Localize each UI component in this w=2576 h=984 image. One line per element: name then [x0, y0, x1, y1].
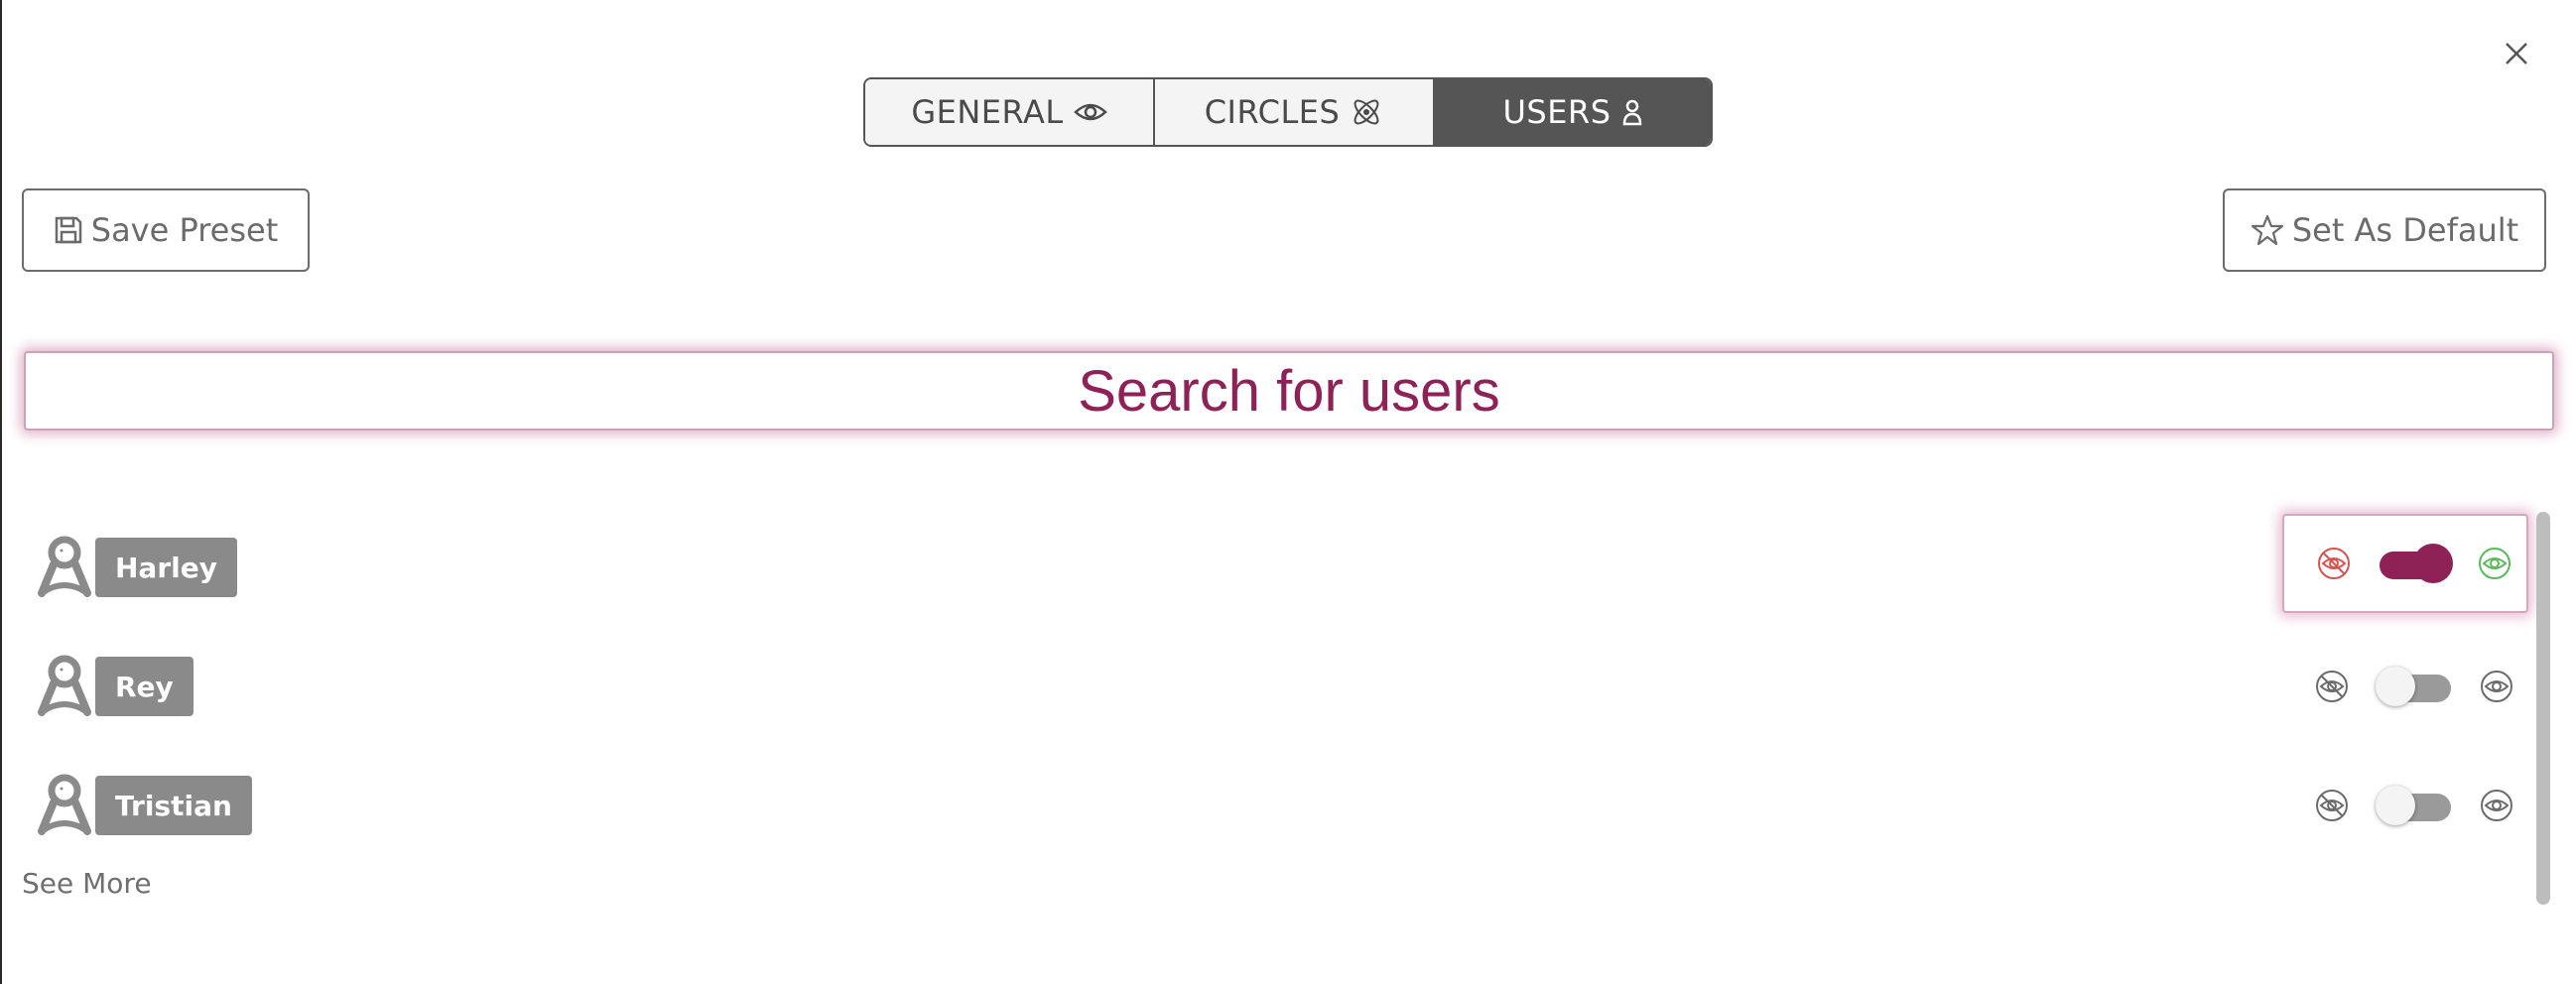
tab-general-label: GENERAL: [911, 93, 1064, 131]
eye-circle-icon: [2481, 790, 2512, 821]
see-more-link[interactable]: See More: [22, 867, 152, 900]
eye-slash-icon: [2318, 548, 2350, 579]
user-name: Harley: [95, 538, 237, 597]
close-icon: [2506, 43, 2527, 64]
avatar-icon: [38, 774, 91, 835]
atom-icon: [1353, 99, 1379, 125]
eye-slash-icon: [2316, 790, 2348, 821]
eye-circle-icon: [2479, 548, 2511, 579]
user-row[interactable]: Rey: [36, 655, 193, 718]
user-row[interactable]: Harley: [36, 536, 237, 599]
avatar-icon: [38, 536, 91, 597]
user-name: Rey: [95, 657, 193, 716]
scrollbar[interactable]: [2536, 512, 2550, 905]
visibility-controls: [2282, 514, 2528, 613]
avatar-icon: [38, 655, 91, 716]
close-button[interactable]: [2499, 36, 2534, 71]
hide-button[interactable]: [2314, 788, 2350, 823]
visibility-toggle[interactable]: [2376, 786, 2453, 825]
visibility-toggle[interactable]: [2376, 667, 2453, 706]
set-as-default-label: Set As Default: [2291, 211, 2519, 249]
tab-circles-label: CIRCLES: [1204, 93, 1341, 131]
show-button[interactable]: [2479, 669, 2514, 704]
eye-icon: [1073, 103, 1107, 121]
tab-general[interactable]: GENERAL: [865, 79, 1155, 145]
star-icon: [2251, 214, 2283, 246]
user-icon: [1622, 99, 1641, 126]
tab-bar: GENERAL CIRCLES USERS: [863, 77, 1713, 147]
search-input[interactable]: [24, 351, 2554, 430]
visibility-toggle[interactable]: [2376, 544, 2453, 583]
eye-slash-icon: [2316, 671, 2348, 702]
tab-circles[interactable]: CIRCLES: [1155, 79, 1435, 145]
hide-button[interactable]: [2314, 669, 2350, 704]
tab-users-label: USERS: [1502, 93, 1611, 131]
eye-circle-icon: [2481, 671, 2512, 702]
tab-users[interactable]: USERS: [1435, 79, 1711, 145]
user-row[interactable]: Tristian: [36, 774, 252, 837]
save-preset-button[interactable]: Save Preset: [22, 188, 310, 272]
visibility-controls: [2282, 756, 2528, 855]
hide-button[interactable]: [2316, 546, 2352, 581]
show-button[interactable]: [2477, 546, 2512, 581]
save-preset-label: Save Preset: [90, 211, 279, 249]
floppy-disk-icon: [55, 216, 81, 244]
show-button[interactable]: [2479, 788, 2514, 823]
user-name: Tristian: [95, 776, 252, 835]
visibility-controls: [2282, 637, 2528, 736]
window-edge: [0, 0, 2, 984]
set-as-default-button[interactable]: Set As Default: [2223, 188, 2546, 272]
